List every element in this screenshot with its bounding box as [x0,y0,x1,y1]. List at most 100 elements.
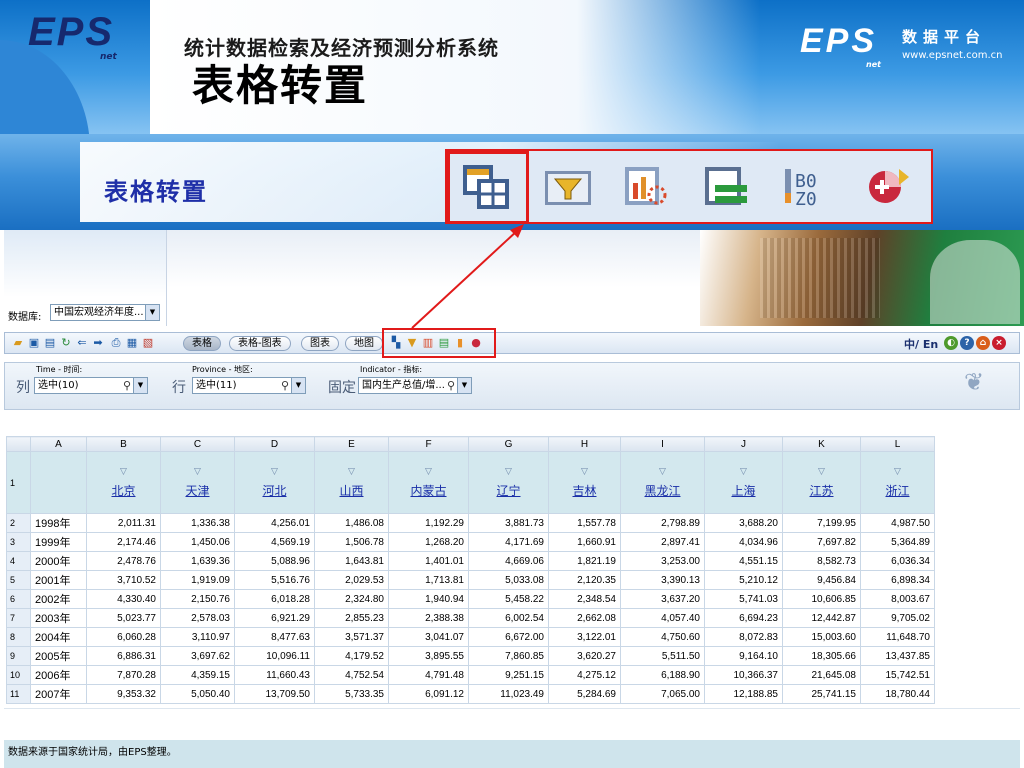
value-cell[interactable]: 1,268.20 [388,532,469,552]
filter-table-icon[interactable] [539,159,597,215]
year-cell[interactable]: 1998年 [30,513,87,533]
value-cell[interactable]: 8,582.73 [782,551,861,571]
province-header[interactable]: ▽ 吉林 [548,451,621,514]
value-cell[interactable]: 2,348.54 [548,589,621,609]
value-cell[interactable]: 5,733.35 [314,684,389,704]
tab-chart[interactable]: 图表 [301,336,339,351]
value-cell[interactable]: 1,821.19 [548,551,621,571]
column-letter[interactable]: L [860,436,935,452]
column-letter[interactable]: I [620,436,705,452]
value-cell[interactable]: 2,578.03 [160,608,235,628]
value-cell[interactable]: 1,940.94 [388,589,469,609]
value-cell[interactable]: 12,188.85 [704,684,783,704]
value-cell[interactable]: 5,741.03 [704,589,783,609]
value-cell[interactable]: 4,669.06 [468,551,549,571]
value-cell[interactable]: 7,697.82 [782,532,861,552]
province-label[interactable]: 辽宁 [496,484,520,498]
province-header[interactable]: ▽ 上海 [704,451,783,514]
value-cell[interactable]: 3,110.97 [160,627,235,647]
year-cell[interactable]: 2002年 [30,589,87,609]
chevron-down-icon[interactable]: ▼ [457,378,471,393]
value-cell[interactable]: 3,041.07 [388,627,469,647]
value-cell[interactable]: 4,256.01 [234,513,315,533]
value-cell[interactable]: 6,898.34 [860,570,935,590]
tab-table[interactable]: 表格 [183,336,221,351]
year-cell[interactable]: 2001年 [30,570,87,590]
value-cell[interactable]: 5,284.69 [548,684,621,704]
value-cell[interactable]: 9,705.02 [860,608,935,628]
province-label[interactable]: 内蒙古 [410,484,446,498]
value-cell[interactable]: 18,305.66 [782,646,861,666]
delete-icon[interactable]: ▧ [141,336,155,350]
value-cell[interactable]: 6,672.00 [468,627,549,647]
back-icon[interactable]: ⇐ [75,336,89,350]
value-cell[interactable]: 5,458.22 [468,589,549,609]
sort-rows-icon[interactable] [697,159,755,215]
value-cell[interactable]: 5,023.77 [86,608,161,628]
help-icon[interactable]: ◐ [944,336,958,350]
sort-triangle-icon[interactable]: ▽ [194,466,201,477]
column-letter[interactable]: F [388,436,469,452]
sort-triangle-icon[interactable]: ▽ [348,466,355,477]
value-cell[interactable]: 7,860.85 [468,646,549,666]
column-letter[interactable]: G [468,436,549,452]
value-cell[interactable]: 3,895.55 [388,646,469,666]
value-cell[interactable]: 4,569.19 [234,532,315,552]
province-label[interactable]: 北京 [111,484,135,498]
value-cell[interactable]: 4,359.15 [160,665,235,685]
value-cell[interactable]: 4,752.54 [314,665,389,685]
value-cell[interactable]: 5,364.89 [860,532,935,552]
column-letter[interactable]: H [548,436,621,452]
value-cell[interactable]: 2,150.76 [160,589,235,609]
value-cell[interactable]: 15,003.60 [782,627,861,647]
database-select[interactable]: 中国宏观经济年度... ▼ [50,304,160,321]
value-cell[interactable]: 3,390.13 [620,570,705,590]
row-select[interactable]: 选中(11) ⚲ ▼ [192,377,306,394]
value-cell[interactable]: 3,697.62 [160,646,235,666]
value-cell[interactable]: 1,450.06 [160,532,235,552]
value-cell[interactable]: 9,164.10 [704,646,783,666]
col-select[interactable]: 选中(10) ⚲ ▼ [34,377,148,394]
value-cell[interactable]: 6,018.28 [234,589,315,609]
info-icon[interactable]: ? [960,336,974,350]
value-cell[interactable]: 13,437.85 [860,646,935,666]
value-cell[interactable]: 3,620.27 [548,646,621,666]
year-cell[interactable]: 2005年 [30,646,87,666]
value-cell[interactable]: 4,551.15 [704,551,783,571]
search-icon[interactable]: ⚲ [281,378,289,393]
value-cell[interactable]: 3,122.01 [548,627,621,647]
value-cell[interactable]: 5,033.08 [468,570,549,590]
search-icon[interactable]: ⚲ [447,378,455,393]
value-cell[interactable]: 4,330.40 [86,589,161,609]
open-folder-icon[interactable]: ▰ [11,336,25,350]
value-cell[interactable]: 6,060.28 [86,627,161,647]
value-cell[interactable]: 1,639.36 [160,551,235,571]
value-cell[interactable]: 1,486.08 [314,513,389,533]
value-cell[interactable]: 21,645.08 [782,665,861,685]
value-cell[interactable]: 3,637.20 [620,589,705,609]
province-label[interactable]: 河北 [262,484,286,498]
value-cell[interactable]: 10,366.37 [704,665,783,685]
sort-triangle-icon[interactable]: ▽ [740,466,747,477]
value-cell[interactable]: 1,192.29 [388,513,469,533]
refresh-icon[interactable]: ↻ [59,336,73,350]
sort-triangle-icon[interactable]: ▽ [894,466,901,477]
value-cell[interactable]: 12,442.87 [782,608,861,628]
province-header[interactable]: ▽ 辽宁 [468,451,549,514]
value-cell[interactable]: 1,660.91 [548,532,621,552]
value-cell[interactable]: 8,003.67 [860,589,935,609]
value-cell[interactable]: 5,511.50 [620,646,705,666]
value-cell[interactable]: 4,987.50 [860,513,935,533]
save-icon[interactable]: ▣ [27,336,41,350]
province-label[interactable]: 天津 [185,484,209,498]
value-cell[interactable]: 3,881.73 [468,513,549,533]
province-header[interactable]: ▽ 北京 [86,451,161,514]
value-cell[interactable]: 6,036.34 [860,551,935,571]
year-cell[interactable]: 2006年 [30,665,87,685]
province-header[interactable]: ▽ 黑龙江 [620,451,705,514]
value-cell[interactable]: 3,571.37 [314,627,389,647]
value-cell[interactable]: 9,353.32 [86,684,161,704]
value-cell[interactable]: 1,643.81 [314,551,389,571]
value-cell[interactable]: 1,919.09 [160,570,235,590]
value-cell[interactable]: 4,179.52 [314,646,389,666]
